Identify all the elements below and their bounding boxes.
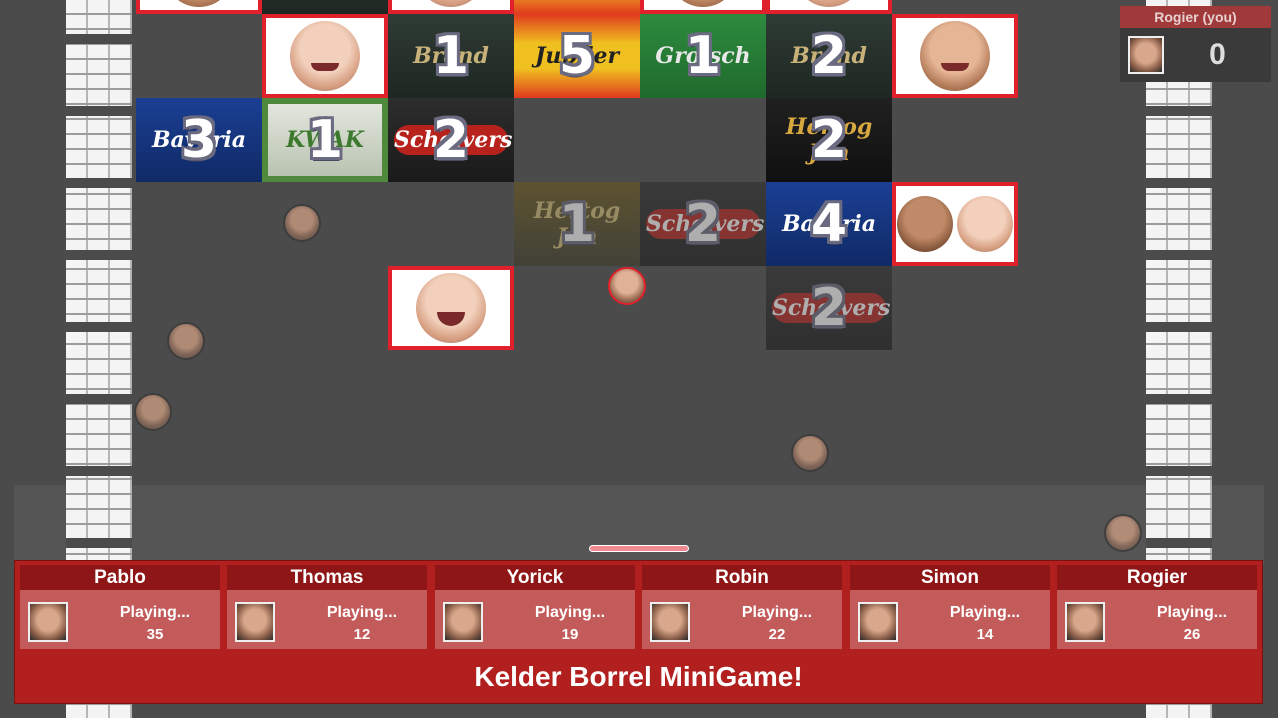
player-status: Playing... (534, 604, 606, 621)
face-icon (164, 0, 234, 7)
game-title: Kelder Borrel MiniGame! (474, 661, 803, 692)
player-card: Simon Playing... 14 (850, 565, 1050, 649)
other-player-ball (167, 322, 205, 360)
player-status: Playing... (1156, 604, 1228, 621)
beer-brick (514, 0, 640, 14)
beer-brick-schelvers: Schelvers 2 (388, 98, 514, 182)
player-score: 19 (561, 626, 579, 643)
player-ball (608, 267, 646, 305)
face-brick (262, 14, 388, 98)
brick-hits-count: 4 (810, 194, 848, 254)
player-name: Rogier (1057, 565, 1257, 590)
face-brick (892, 14, 1018, 98)
beer-brick (262, 0, 388, 14)
player-card: Thomas Playing... 12 (227, 565, 427, 649)
hud-player-name: Rogier (you) (1120, 6, 1271, 28)
face-icon (416, 273, 486, 343)
avatar (1065, 602, 1105, 642)
face-icon (920, 21, 990, 91)
beer-brick-schelvers: Schelvers 2 (640, 182, 766, 266)
beer-brick-kwak: KWAK 1 (262, 98, 388, 182)
beer-brick-brand: Brand 1 (388, 14, 514, 98)
player-name: Yorick (435, 565, 635, 590)
beer-brick-brand: Brand 2 (766, 14, 892, 98)
face-brick (766, 0, 892, 14)
player-status: Playing... (119, 604, 191, 621)
brick-hits-count: 2 (432, 110, 470, 170)
brick-hits-count: 1 (306, 110, 344, 170)
avatar (858, 602, 898, 642)
beer-brick-hertog-jan: Hertog Jan 2 (766, 98, 892, 182)
brick-hits-count: 1 (558, 194, 596, 254)
brick-hits-count: 2 (810, 26, 848, 86)
face-icon (668, 0, 738, 7)
face-brick-double (892, 182, 1018, 266)
face-brick (388, 0, 514, 14)
face-icon (897, 196, 953, 252)
brick-hits-count: 2 (810, 278, 848, 338)
player-card: Robin Playing... 22 (642, 565, 842, 649)
brick-hits-count: 3 (180, 110, 218, 170)
player-name: Pablo (20, 565, 220, 590)
face-icon (290, 21, 360, 91)
brick-hits-count: 2 (684, 194, 722, 254)
player-score: 14 (976, 626, 994, 643)
player-status: Playing... (949, 604, 1021, 621)
other-player-ball (791, 434, 829, 472)
player-name: Simon (850, 565, 1050, 590)
face-brick (640, 0, 766, 14)
player-name: Thomas (227, 565, 427, 590)
brick-hits-count: 2 (810, 110, 848, 170)
player-score: 35 (146, 626, 164, 643)
player-score: 12 (353, 626, 371, 643)
avatar (443, 602, 483, 642)
scoreboard-panel: Pablo Playing... 35 Thomas Playing... 12… (14, 560, 1263, 704)
player-name: Robin (642, 565, 842, 590)
beer-brick-grolsch: Grolsch 1 (640, 14, 766, 98)
player-paddle[interactable] (589, 545, 689, 552)
beer-brick-jupiler: Jupiler 5 (514, 14, 640, 98)
other-player-ball (1104, 514, 1142, 552)
player-status: Playing... (326, 604, 398, 621)
player-card: Rogier Playing... 26 (1057, 565, 1257, 649)
face-brick (136, 0, 262, 14)
player-hud: Rogier (you) 0 (1120, 6, 1271, 82)
avatar (28, 602, 68, 642)
beer-brick-hertog-jan: Hertog Jan 1 (514, 182, 640, 266)
other-player-ball (283, 204, 321, 242)
avatar (235, 602, 275, 642)
beer-brick-bavaria: Bavaria 4 (766, 182, 892, 266)
other-player-ball (134, 393, 172, 431)
beer-brick-bavaria: Bavaria 3 (136, 98, 262, 182)
avatar (1128, 36, 1164, 74)
brick-hits-count: 1 (432, 26, 470, 86)
face-brick (388, 266, 514, 350)
player-status: Playing... (741, 604, 813, 621)
brick-hits-count: 5 (558, 26, 596, 86)
player-score: 26 (1183, 626, 1201, 643)
face-icon (957, 196, 1013, 252)
hud-score: 0 (1209, 38, 1226, 71)
brick-hits-count: 1 (684, 26, 722, 86)
floor-area (14, 485, 1264, 565)
player-score: 22 (768, 626, 786, 643)
face-icon (416, 0, 486, 7)
player-card: Yorick Playing... 19 (435, 565, 635, 649)
beer-brick-schelvers: Schelvers 2 (766, 266, 892, 350)
player-card: Pablo Playing... 35 (20, 565, 220, 649)
avatar (650, 602, 690, 642)
face-icon (794, 0, 864, 7)
